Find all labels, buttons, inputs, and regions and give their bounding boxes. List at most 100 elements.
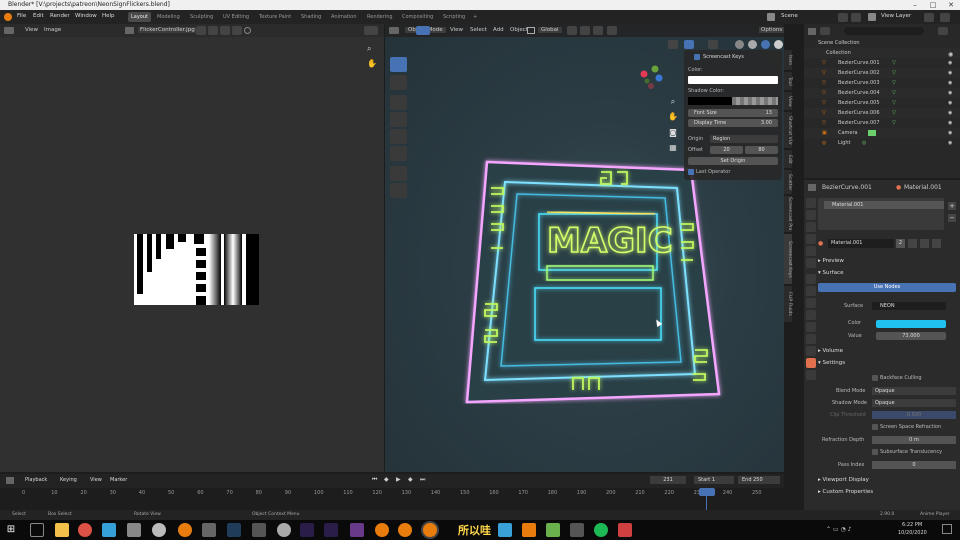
blend-mode-dropdown[interactable]: Opaque [872,387,956,395]
app-icon-11[interactable] [618,523,632,537]
scene-new-button[interactable] [851,13,861,22]
tab-particles-properties[interactable] [806,298,816,308]
menu-file[interactable]: File [17,13,26,19]
outliner-item[interactable]: ▽ BezierCurve.004 ▽ ◉ [804,88,960,98]
blender-taskbar-icon-active[interactable] [423,523,437,537]
notification-icon[interactable] [942,524,952,534]
app-icon-2[interactable] [127,523,141,537]
visibility-eye-icon[interactable]: ◉ [948,68,952,78]
section-custom-properties[interactable]: ▸ Custom Properties [818,489,873,495]
tab-tool-properties[interactable] [806,198,816,208]
tab-render-properties[interactable] [806,210,816,220]
tab-screencast-pro[interactable]: Screencast Pro [784,196,792,232]
tool-transform[interactable] [390,146,407,161]
add-slot-button[interactable]: + [948,202,956,210]
app-icon-8[interactable] [498,523,512,537]
tab-modifier-properties[interactable] [806,286,816,296]
tab-modeling[interactable]: Modeling [154,12,183,22]
app-icon-7[interactable] [350,523,364,537]
hand-pan-icon[interactable]: ✋ [367,59,377,69]
timeline-menu-keying[interactable]: Keying [60,477,77,483]
section-surface[interactable]: ▾ Surface [818,270,843,276]
tool-cursor[interactable] [390,75,407,90]
properties-editor[interactable]: BezierCurve.001 ● Material.001 Material.… [804,180,960,510]
remove-slot-button[interactable]: − [948,214,956,222]
shading-rendered-icon[interactable] [774,40,783,49]
overlay-toggle[interactable] [684,40,694,49]
tab-data-properties[interactable] [806,334,816,344]
blender-taskbar-icon-3[interactable] [398,523,412,537]
proportional-edit-button[interactable] [593,26,603,35]
filter-icon[interactable] [820,27,830,35]
section-viewport-display[interactable]: ▸ Viewport Display [818,477,869,483]
tab-scripting[interactable]: Scripting [440,12,468,22]
blender-logo-icon[interactable] [4,13,12,21]
tab-tool[interactable]: Tool [784,72,792,90]
visibility-eye-icon[interactable]: ◉ [948,128,952,138]
surface-shader-field[interactable]: NEON [872,302,946,310]
zoom-view-icon[interactable]: ⌕ [668,97,678,107]
visibility-eye-icon[interactable]: ◉ [948,98,952,108]
material-fake-user-button[interactable] [908,239,917,248]
app-icon-10[interactable] [570,523,584,537]
outliner-item[interactable]: ▣ Camera ◉ [804,128,960,138]
tab-texture-paint[interactable]: Texture Paint [256,12,294,22]
windows-start-icon[interactable]: ⊞ [4,523,18,537]
orientation-icon[interactable] [527,27,535,34]
subsurface-checkbox[interactable] [872,449,878,455]
set-origin-button[interactable]: Set Origin [688,157,778,165]
outliner-item[interactable]: ▽ BezierCurve.005 ▽ ◉ [804,98,960,108]
screencast-keys-enable-checkbox[interactable] [694,54,700,60]
viewport-menu-object[interactable]: Object [510,27,528,33]
view-layer-remove-button[interactable] [940,13,950,22]
outliner-filter-button[interactable] [938,27,948,35]
blender-taskbar-icon-2[interactable] [375,523,389,537]
tab-rendering[interactable]: Rendering [364,12,396,22]
image-menu-view[interactable]: View [25,27,38,33]
image-browse-icon[interactable] [125,27,134,34]
tab-physics-properties[interactable] [806,310,816,320]
tab-shader-fx-properties[interactable] [806,346,816,356]
tool-annotate[interactable] [390,166,407,181]
app-icon-1[interactable] [102,523,116,537]
image-name-field[interactable]: FlickerController.jpg [138,27,197,33]
section-volume[interactable]: ▸ Volume [818,348,843,354]
viewport-menu-view[interactable]: View [450,27,463,33]
maximize-button[interactable]: □ [924,0,942,10]
snap-button[interactable] [580,26,590,35]
tab-add-workspace[interactable]: + [470,12,480,22]
editor-type-icon[interactable] [4,27,14,34]
menu-edit[interactable]: Edit [33,13,44,19]
outliner-item[interactable]: ▽ BezierCurve.006 ▽ ◉ [804,108,960,118]
tab-screencast-keys[interactable]: Screencast Keys [784,234,792,284]
material-unlink-button[interactable] [932,239,941,248]
tool-measure[interactable] [390,183,407,198]
image-fake-user-button[interactable] [196,26,206,35]
outliner-item[interactable]: ▽ BezierCurve.002 ▽ ◉ [804,68,960,78]
section-settings[interactable]: ▾ Settings [818,360,845,366]
chrome-icon[interactable] [78,523,92,537]
taskbar-cjk-label[interactable]: 所以哇 [458,522,491,538]
outliner-search-input[interactable] [844,27,924,35]
tab-uv-editing[interactable]: UV Editing [220,12,252,22]
shadow-mode-dropdown[interactable]: Opaque [872,399,956,407]
options-dropdown[interactable]: Options [759,27,785,33]
editor-type-icon[interactable] [389,27,399,34]
shadow-color-swatch[interactable] [688,97,732,105]
current-frame-field[interactable]: 231 [650,476,686,484]
task-view-icon[interactable] [30,523,44,537]
tab-texture-properties[interactable] [806,370,816,380]
minimize-button[interactable]: – [906,0,924,10]
tray-icons[interactable]: ⌃ ▭ ◔ ♪ [826,526,851,533]
timeline[interactable]: Playback Keying View Marker ⏮ ◆ ▶ ◆ ⏭ 23… [0,474,784,510]
timeline-editor-icon[interactable] [6,477,14,484]
clip-threshold-field[interactable]: 0.500 [872,411,956,419]
tab-scene-properties[interactable] [806,246,816,256]
app-icon-6[interactable] [277,523,291,537]
vlc-icon[interactable] [522,523,536,537]
app-icon-5[interactable] [252,523,266,537]
refraction-depth-field[interactable]: 0 m [872,436,956,444]
end-frame-field[interactable]: End 250 [738,476,780,484]
tab-material-properties[interactable] [806,358,816,368]
image-unlink-button[interactable] [232,26,242,35]
